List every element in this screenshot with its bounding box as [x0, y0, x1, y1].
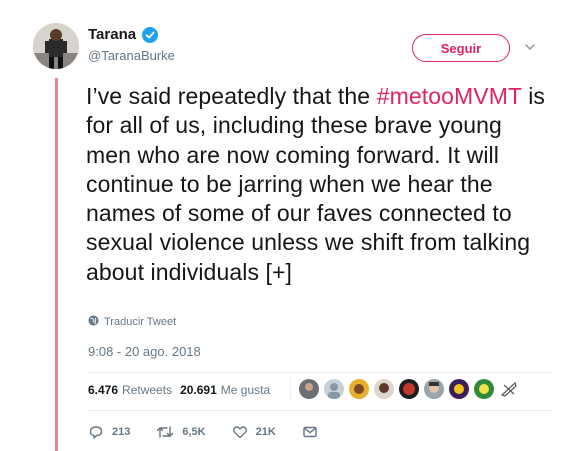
- hashtag-link[interactable]: #metooMVMT: [377, 83, 522, 109]
- tweet-page: Tarana @TaranaBurke Seguir I’ve said rep…: [0, 0, 570, 451]
- thread-line: [55, 78, 58, 451]
- direct-message-button[interactable]: [302, 424, 318, 440]
- liker-avatar[interactable]: [474, 379, 494, 399]
- liker-avatar[interactable]: [299, 379, 319, 399]
- liker-avatar[interactable]: [324, 379, 344, 399]
- liker-avatar[interactable]: [349, 379, 369, 399]
- translate-tweet-link[interactable]: Traducir Tweet: [88, 315, 176, 329]
- like-count: 21K: [255, 426, 276, 438]
- tweet-actions: 213 6,5K 21K: [88, 424, 344, 440]
- likes-count: 20.691: [180, 383, 217, 397]
- reply-icon: [88, 424, 104, 440]
- tweet-text-after: is for all of us, including these brave …: [86, 83, 546, 285]
- liker-avatar[interactable]: [424, 379, 444, 399]
- retweet-count: 6,5K: [182, 426, 206, 438]
- follow-button[interactable]: Seguir: [412, 34, 510, 62]
- reply-button[interactable]: 213: [88, 424, 130, 440]
- retweets-stat[interactable]: 6.476 Retweets: [88, 383, 172, 397]
- author-handle[interactable]: @TaranaBurke: [88, 48, 175, 63]
- likes-label: Me gusta: [220, 383, 271, 397]
- divider: [88, 410, 552, 411]
- verified-badge-icon: [142, 26, 159, 43]
- author-name[interactable]: Tarana: [88, 26, 136, 43]
- tweet-text: I’ve said repeatedly that the #metooMVMT…: [86, 82, 546, 287]
- liker-avatar[interactable]: [449, 379, 469, 399]
- message-icon: [302, 424, 318, 440]
- avatar[interactable]: [33, 23, 79, 69]
- retweets-count: 6.476: [88, 383, 119, 397]
- tweet-text-before: I’ve said repeatedly that the: [86, 83, 377, 109]
- heart-icon: [232, 424, 248, 440]
- liker-avatar[interactable]: [399, 379, 419, 399]
- likers-separator: [290, 377, 291, 401]
- liker-avatar[interactable]: [374, 379, 394, 399]
- chevron-down-icon[interactable]: [523, 40, 537, 54]
- divider: [88, 372, 552, 373]
- like-button[interactable]: 21K: [232, 424, 276, 440]
- retweet-button[interactable]: 6,5K: [156, 424, 206, 440]
- reply-count: 213: [112, 426, 131, 438]
- retweets-label: Retweets: [122, 383, 173, 397]
- translate-label[interactable]: Traducir Tweet: [104, 316, 176, 328]
- author-name-row[interactable]: Tarana: [88, 26, 159, 43]
- retweet-icon: [156, 424, 174, 440]
- likes-stat[interactable]: 20.691 Me gusta: [180, 383, 270, 397]
- tweet-timestamp[interactable]: 9:08 - 20 ago. 2018: [88, 344, 201, 359]
- tweet-stats: 6.476 Retweets 20.691 Me gusta: [88, 383, 270, 397]
- liker-avatar[interactable]: [499, 379, 519, 399]
- globe-icon: [88, 315, 99, 329]
- likers-avatars: [290, 377, 522, 401]
